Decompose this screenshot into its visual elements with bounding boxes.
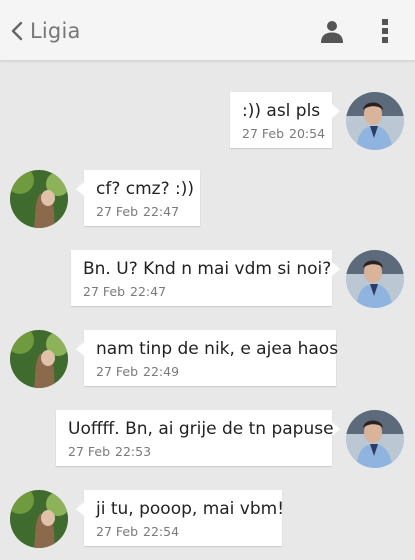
message-bubble-received[interactable]: cf? cmz? :)) 27 Feb 22:47 <box>76 170 200 226</box>
contact-button[interactable] <box>317 16 347 46</box>
message-timestamp: 27 Feb 22:54 <box>96 524 180 539</box>
message-text: nam tinp de nik, e ajea haos <box>96 339 339 359</box>
more-options-button[interactable] <box>370 16 400 46</box>
message-text: Uoffff. Bn, ai grije de tn papuse <box>68 419 334 439</box>
my-avatar[interactable] <box>346 250 404 308</box>
message-text: :)) asl pls <box>242 101 321 121</box>
person-icon <box>321 21 343 43</box>
conversation-title: Ligia <box>30 19 81 43</box>
message-text: ji tu, pooop, mai vbm! <box>96 499 285 519</box>
message-bubble-sent[interactable]: Bn. U? Knd n mai vdm si noi? 27 Feb 22:47 <box>71 250 340 306</box>
message-timestamp: 27 Feb 20:54 <box>242 126 326 141</box>
more-vert-icon <box>382 19 388 43</box>
contact-avatar[interactable] <box>10 330 68 388</box>
message-timestamp: 27 Feb 22:49 <box>96 364 180 379</box>
message-timestamp: 27 Feb 22:47 <box>96 204 180 219</box>
message-text: Bn. U? Knd n mai vdm si noi? <box>83 259 332 279</box>
message-bubble-received[interactable]: nam tinp de nik, e ajea haos 27 Feb 22:49 <box>76 330 339 386</box>
app-bar: Ligia <box>0 0 415 61</box>
message-text: cf? cmz? :)) <box>96 179 195 199</box>
my-avatar[interactable] <box>346 410 404 468</box>
message-bubble-received[interactable]: ji tu, pooop, mai vbm! 27 Feb 22:54 <box>76 490 285 546</box>
message-bubble-sent[interactable]: :)) asl pls 27 Feb 20:54 <box>230 92 340 148</box>
contact-avatar[interactable] <box>10 490 68 548</box>
message-timestamp: 27 Feb 22:53 <box>68 444 152 459</box>
back-button[interactable]: Ligia <box>10 14 81 48</box>
my-avatar[interactable] <box>346 92 404 150</box>
message-timestamp: 27 Feb 22:47 <box>83 284 167 299</box>
contact-avatar[interactable] <box>10 170 68 228</box>
message-bubble-sent[interactable]: Uoffff. Bn, ai grije de tn papuse 27 Feb… <box>56 410 340 466</box>
chevron-left-icon <box>11 21 23 41</box>
